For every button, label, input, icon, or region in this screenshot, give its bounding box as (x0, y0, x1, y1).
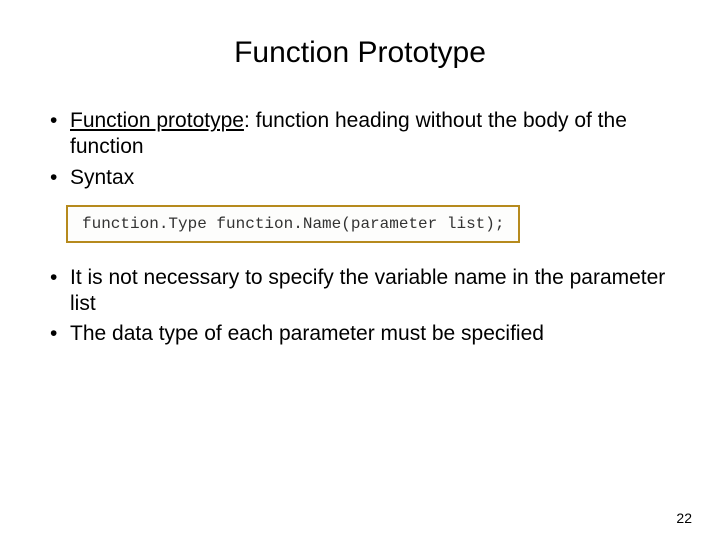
page-title: Function Prototype (40, 36, 680, 70)
slide: Function Prototype Function prototype: f… (0, 0, 720, 540)
list-item: It is not necessary to specify the varia… (46, 265, 680, 318)
bullet-text: The data type of each parameter must be … (70, 322, 544, 345)
list-item: Function prototype: function heading wit… (46, 108, 680, 161)
page-number: 22 (676, 510, 692, 526)
bullet-list-top: Function prototype: function heading wit… (46, 108, 680, 191)
list-item: Syntax (46, 165, 680, 191)
list-item: The data type of each parameter must be … (46, 321, 680, 347)
term-underline: Function prototype (70, 109, 244, 132)
bullet-list-bottom: It is not necessary to specify the varia… (46, 265, 680, 348)
bullet-text: Syntax (70, 166, 134, 189)
bullet-text: It is not necessary to specify the varia… (70, 266, 665, 315)
syntax-code-box: function.Type function.Name(parameter li… (66, 205, 520, 243)
code-box-container: function.Type function.Name(parameter li… (66, 205, 680, 243)
